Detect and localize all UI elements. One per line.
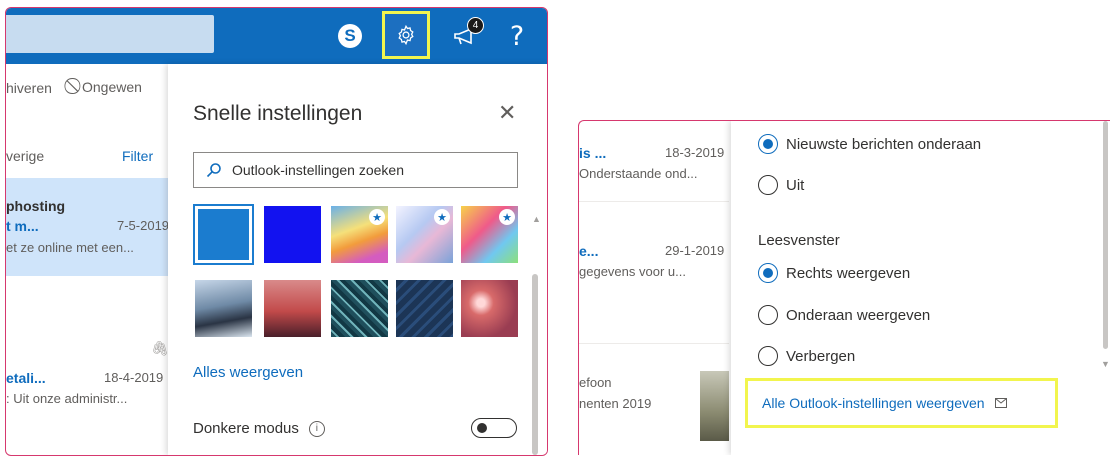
mail-search-box[interactable]	[6, 15, 214, 53]
settings-button[interactable]	[382, 11, 430, 59]
mail-subject: etali...	[6, 370, 46, 386]
mail-list: is ... 18-3-2019 Onderstaande ond... e..…	[579, 121, 729, 455]
mail-date: 29-1-2019	[665, 243, 725, 258]
search-icon	[206, 163, 221, 178]
theme-mountains[interactable]	[195, 280, 252, 337]
skype-icon[interactable]: S	[333, 20, 367, 52]
mail-subject: is ...	[579, 145, 607, 161]
archive-command[interactable]: hiveren	[6, 80, 52, 96]
panel-title: Snelle instellingen	[193, 102, 363, 125]
junk-label: Ongewen	[82, 79, 142, 95]
star-icon: ★	[369, 209, 385, 225]
theme-unicorn[interactable]: ★	[461, 206, 518, 263]
dark-mode-row: Donkere modus i	[193, 420, 325, 437]
mail-preview: Onderstaande ond...	[579, 166, 698, 181]
mail-subject: e...	[579, 243, 599, 259]
all-settings-link[interactable]: Alle Outlook-instellingen weergeven	[745, 378, 1058, 428]
layout-settings-panel: Nieuwste berichten onderaan Uit Leesvens…	[731, 121, 1110, 455]
theme-light-streaks[interactable]: ★	[396, 206, 453, 263]
mail-date: 18-4-2019	[104, 370, 164, 385]
radio-selected-icon	[758, 263, 778, 283]
radio-label: Verbergen	[786, 347, 856, 365]
radio-hide[interactable]: Verbergen	[758, 346, 855, 366]
radio-label: Uit	[786, 176, 805, 194]
mail-preview: : Uit onze administr...	[6, 391, 128, 406]
mail-subject: t m...	[6, 218, 39, 234]
search-placeholder: Outlook-instellingen zoeken	[232, 162, 404, 178]
mail-sender: phosting	[6, 198, 66, 214]
divider	[579, 201, 729, 202]
radio-label: Nieuwste berichten onderaan	[786, 135, 982, 153]
scroll-down-icon[interactable]: ▼	[1101, 359, 1110, 369]
divider	[579, 343, 729, 344]
tab-other[interactable]: verige	[6, 148, 44, 164]
theme-palm-sunset[interactable]	[264, 280, 321, 337]
theme-blue-selected[interactable]	[193, 204, 254, 265]
quick-settings-screenshot: S 4 ? hiveren ⃠ Ongewen verige Filter ph…	[5, 7, 548, 456]
gear-icon	[398, 24, 414, 46]
settings-search-input[interactable]: Outlook-instellingen zoeken	[193, 152, 518, 188]
mail-preview: gegevens voor u...	[579, 264, 686, 279]
radio-show-right[interactable]: Rechts weergeven	[758, 263, 910, 283]
radio-label: Rechts weergeven	[786, 264, 911, 282]
theme-rainbow-waves[interactable]: ★	[331, 206, 388, 263]
star-icon: ★	[434, 209, 450, 225]
mail-preview: nenten 2019	[579, 396, 652, 411]
show-all-themes-link[interactable]: Alles weergeven	[193, 364, 303, 381]
theme-bokeh[interactable]	[461, 280, 518, 337]
scrollbar[interactable]	[1103, 121, 1108, 349]
radio-icon	[758, 305, 778, 325]
junk-command[interactable]: ⃠ Ongewen	[76, 78, 142, 96]
attachment-icon: 🖇	[151, 340, 169, 356]
mail-preview: efoon	[579, 375, 612, 390]
dark-mode-toggle[interactable]	[471, 418, 517, 438]
radio-label: Onderaan weergeven	[786, 306, 931, 324]
top-bar: S 4 ?	[6, 8, 547, 64]
radio-selected-icon	[758, 134, 778, 154]
close-icon[interactable]: ✕	[498, 100, 516, 126]
theme-grid: ★ ★ ★	[193, 204, 523, 344]
radio-off[interactable]: Uit	[758, 175, 804, 195]
list-item[interactable]: phosting t m... 7-5-2019 et ze online me…	[6, 178, 170, 276]
mail-list: verige Filter phosting t m... 7-5-2019 e…	[6, 112, 170, 455]
radio-icon	[758, 346, 778, 366]
theme-circuit[interactable]	[331, 280, 388, 337]
radio-show-bottom[interactable]: Onderaan weergeven	[758, 305, 930, 325]
mail-thumbnail	[700, 371, 729, 441]
star-icon: ★	[499, 209, 515, 225]
reading-pane-heading: Leesvenster	[758, 232, 840, 249]
dark-mode-label: Donkere modus	[193, 420, 299, 437]
mail-preview: et ze online met een...	[6, 240, 134, 255]
theme-aviation[interactable]	[396, 280, 453, 337]
help-icon[interactable]: ?	[500, 20, 534, 52]
all-settings-label: Alle Outlook-instellingen weergeven	[762, 395, 985, 411]
info-icon[interactable]: i	[308, 420, 325, 437]
scroll-up-icon[interactable]: ▲	[532, 214, 541, 224]
reading-pane-settings-screenshot: is ... 18-3-2019 Onderstaande ond... e..…	[578, 120, 1110, 455]
open-window-icon	[994, 398, 1007, 408]
mail-date: 18-3-2019	[665, 145, 725, 160]
mail-date: 7-5-2019	[117, 218, 170, 233]
quick-settings-panel: Snelle instellingen ✕ Outlook-instelling…	[168, 64, 547, 455]
radio-newest-bottom[interactable]: Nieuwste berichten onderaan	[758, 134, 981, 154]
filter-button[interactable]: Filter	[122, 148, 153, 164]
notification-badge: 4	[467, 17, 484, 34]
scrollbar[interactable]	[532, 274, 538, 455]
theme-bright-blue[interactable]	[264, 206, 321, 263]
radio-icon	[758, 175, 778, 195]
